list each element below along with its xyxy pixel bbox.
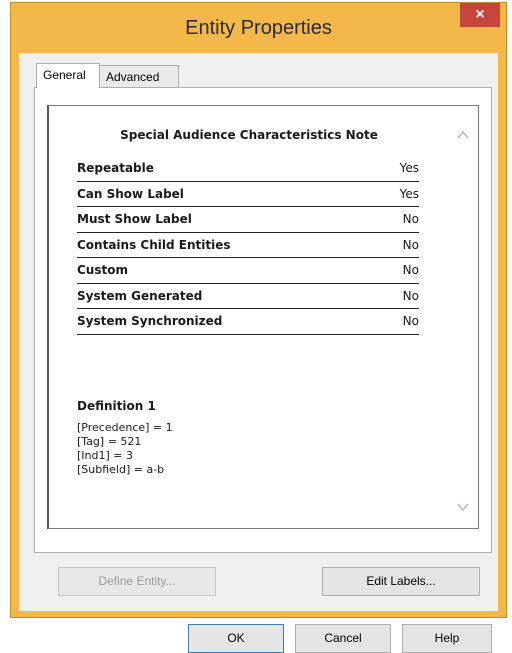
entity-heading: Special Audience Characteristics Note xyxy=(120,128,378,142)
definition-line: [Ind1] = 3 xyxy=(77,449,133,462)
edit-labels-button[interactable]: Edit Labels... xyxy=(322,567,480,596)
definition-line: [Precedence] = 1 xyxy=(77,421,173,434)
property-label: Can Show Label xyxy=(77,186,184,201)
tab-advanced[interactable]: Advanced xyxy=(99,65,179,87)
definition-lines: [Precedence] = 1 [Tag] = 521 [Ind1] = 3 … xyxy=(77,421,173,477)
property-row: Contains Child Entities No xyxy=(77,233,419,258)
ok-button[interactable]: OK xyxy=(188,624,284,653)
dialog-client-area: General Advanced Special Audience Charac… xyxy=(19,53,498,653)
definition-title: Definition 1 xyxy=(77,399,156,413)
property-row: Custom No xyxy=(77,258,419,284)
entity-properties-dialog: Entity Properties × General Advanced Spe… xyxy=(10,2,507,653)
property-value: Yes xyxy=(399,186,419,201)
property-row: System Generated No xyxy=(77,284,419,309)
chevron-down-icon xyxy=(457,503,469,512)
property-label: Contains Child Entities xyxy=(77,237,231,252)
properties-table: Repeatable Yes Can Show Label Yes Must S… xyxy=(77,156,419,335)
scroll-up-button[interactable] xyxy=(456,128,470,142)
help-button[interactable]: Help xyxy=(402,624,492,653)
close-button[interactable]: × xyxy=(460,3,500,27)
property-value: Yes xyxy=(399,161,419,176)
property-value: No xyxy=(402,288,419,303)
definition-line: [Subfield] = a-b xyxy=(77,463,165,476)
general-tab-panel: Special Audience Characteristics Note Re… xyxy=(34,87,492,553)
property-label: System Generated xyxy=(77,288,203,303)
property-label: Custom xyxy=(77,263,128,278)
chevron-up-icon xyxy=(457,130,469,139)
property-value: No xyxy=(402,237,419,252)
close-icon: × xyxy=(475,6,485,23)
entity-details-box[interactable]: Special Audience Characteristics Note Re… xyxy=(47,105,479,529)
property-label: Repeatable xyxy=(77,161,154,176)
property-label: System Synchronized xyxy=(77,314,223,329)
cancel-button[interactable]: Cancel xyxy=(295,624,391,653)
scroll-down-button[interactable] xyxy=(456,500,470,514)
definition-line: [Tag] = 521 xyxy=(77,435,142,448)
define-entity-button[interactable]: Define Entity... xyxy=(58,567,216,596)
property-row: System Synchronized No xyxy=(77,309,419,335)
property-row: Repeatable Yes xyxy=(77,156,419,182)
property-value: No xyxy=(402,212,419,227)
property-row: Can Show Label Yes xyxy=(77,182,419,207)
property-label: Must Show Label xyxy=(77,212,192,227)
tab-general[interactable]: General xyxy=(36,63,100,88)
title-bar[interactable]: Entity Properties × xyxy=(11,3,506,53)
property-value: No xyxy=(402,314,419,329)
window-title: Entity Properties xyxy=(185,17,332,39)
property-value: No xyxy=(402,263,419,278)
property-row: Must Show Label No xyxy=(77,207,419,233)
